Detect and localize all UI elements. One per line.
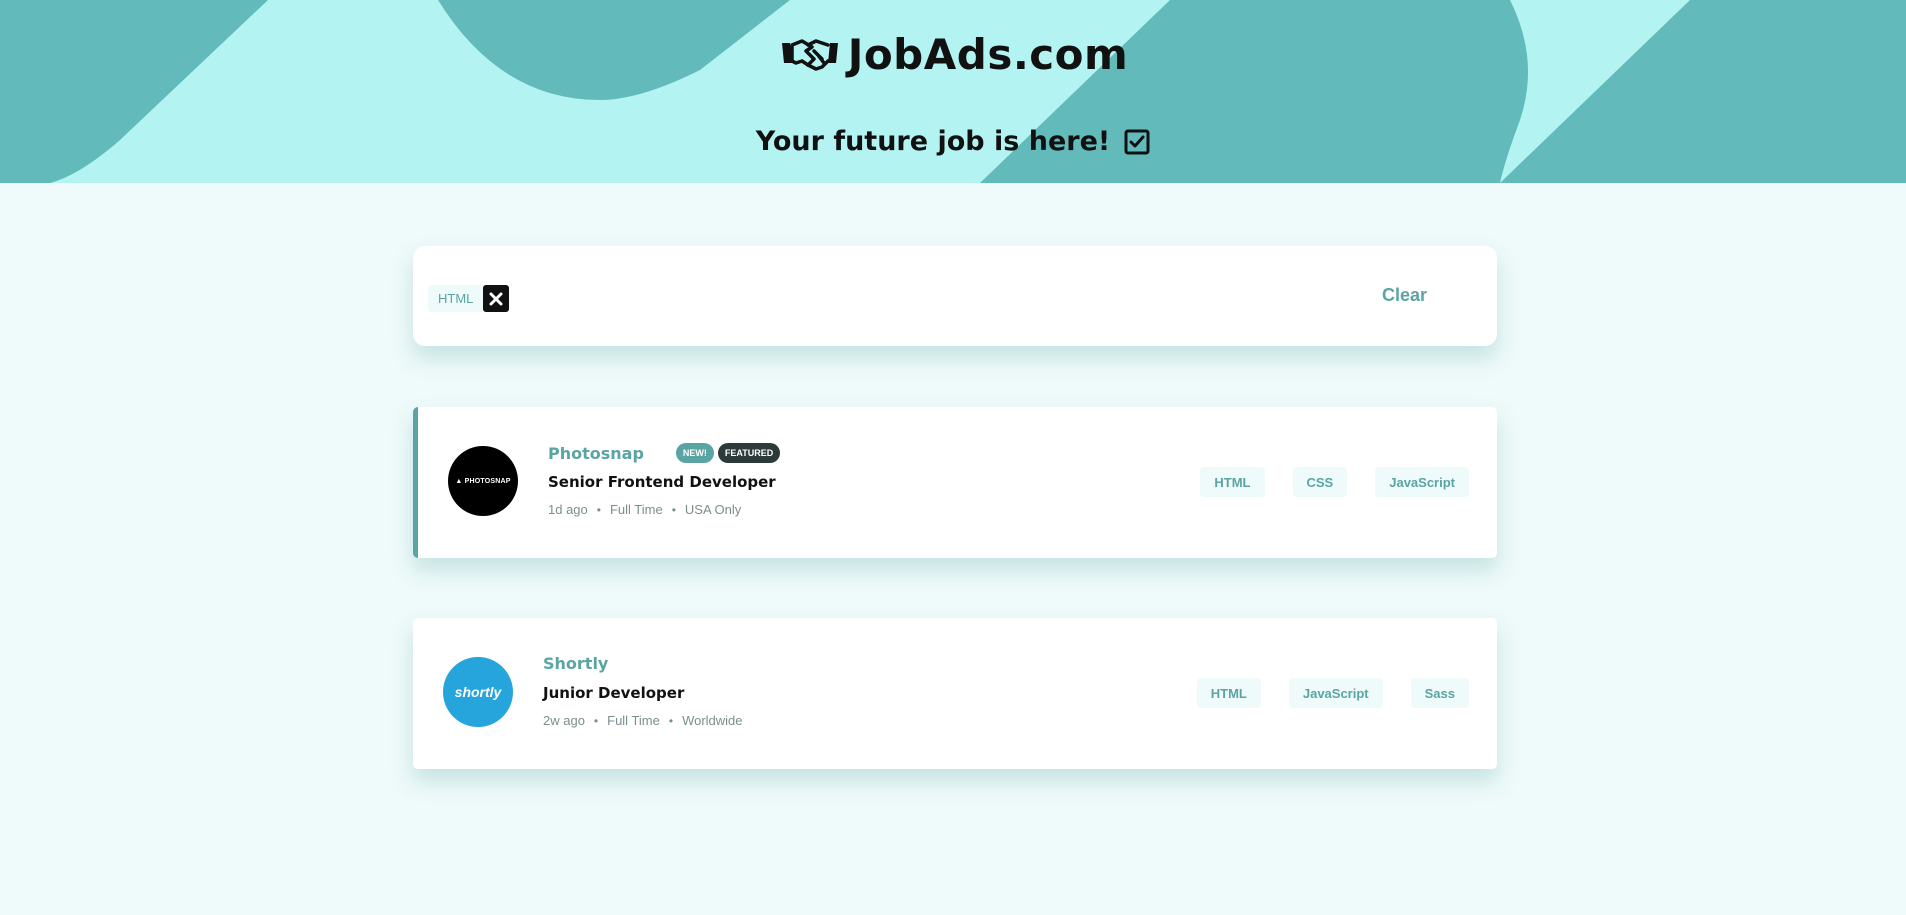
close-icon (489, 292, 503, 305)
separator-dot: • (671, 502, 676, 517)
tag-button[interactable]: HTML (1196, 678, 1261, 708)
posted-at: 2w ago (543, 713, 585, 728)
tagline-text: Your future job is here! (755, 126, 1111, 157)
company-logo: ▲ PHOTOSNAP (448, 446, 518, 516)
job-location: Worldwide (682, 713, 743, 728)
job-meta: 2w ago • Full Time • Worldwide (543, 713, 743, 728)
tag-button[interactable]: HTML (1200, 467, 1265, 497)
job-position[interactable]: Senior Frontend Developer (548, 473, 776, 491)
separator-dot: • (593, 713, 599, 728)
brand-title: JobAds.com (847, 30, 1129, 79)
separator-dot: • (668, 713, 674, 728)
tag-button[interactable]: Sass (1410, 678, 1469, 708)
filter-chip-html: HTML (428, 285, 510, 312)
contract-type: Full Time (609, 502, 663, 517)
company-name: Photosnap (548, 443, 644, 463)
new-badge: NEW! (675, 443, 714, 463)
tag-button[interactable]: JavaScript (1288, 678, 1383, 708)
tag-button[interactable]: CSS (1292, 467, 1348, 497)
remove-filter-button[interactable] (483, 285, 510, 312)
company-row: Shortly (543, 654, 608, 673)
tagline: Your future job is here! (0, 126, 1906, 157)
separator-dot: • (596, 502, 601, 517)
job-tags: HTML JavaScript Sass (1169, 678, 1469, 708)
handshake-icon (781, 38, 838, 71)
clear-filters-button[interactable]: Clear (1382, 285, 1427, 306)
contract-type: Full Time (607, 713, 660, 728)
logo-text: shortly (454, 684, 502, 700)
company-row: Photosnap NEW! FEATURED (548, 443, 781, 463)
brand: JobAds.com (0, 30, 1906, 79)
filter-bar: HTML (413, 246, 1497, 346)
job-card: ▲ PHOTOSNAP Photosnap NEW! FEATURED Seni… (413, 407, 1497, 558)
job-position[interactable]: Junior Developer (543, 684, 684, 702)
company-name: Shortly (543, 654, 609, 673)
tag-button[interactable]: JavaScript (1375, 467, 1469, 497)
job-location: USA Only (684, 502, 742, 517)
filter-chip-label: HTML (428, 285, 484, 312)
job-card: shortly Shortly Junior Developer 2w ago … (413, 618, 1497, 769)
company-logo: shortly (443, 657, 513, 727)
checkbox-icon (1124, 129, 1150, 154)
header-banner: JobAds.com Your future job is here! (0, 0, 1906, 183)
posted-at: 1d ago (548, 502, 588, 517)
job-meta: 1d ago • Full Time • USA Only (548, 502, 741, 517)
featured-badge: FEATURED (717, 443, 781, 463)
job-tags: HTML CSS JavaScript (1172, 467, 1469, 497)
logo-text: ▲ PHOTOSNAP (455, 477, 511, 485)
